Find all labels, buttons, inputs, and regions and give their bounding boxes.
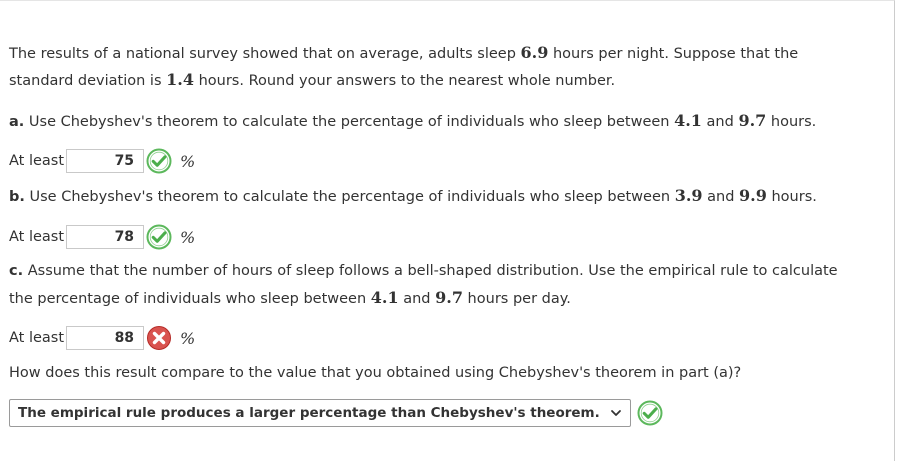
- part-b-question: b. Use Chebyshev's theorem to calculate …: [9, 186, 817, 207]
- part-a-high: 9.7: [738, 111, 767, 130]
- check-icon: [146, 148, 172, 174]
- part-b-answer-row: At least 78 %: [9, 223, 195, 251]
- part-c-followup-question: How does this result compare to the valu…: [9, 363, 741, 383]
- check-icon: [146, 224, 172, 250]
- comparison-dropdown[interactable]: The empirical rule produces a larger per…: [9, 399, 631, 427]
- intro-text: hours per night. Suppose that the: [548, 46, 799, 62]
- part-a-label: At least: [9, 153, 65, 169]
- mean-value: 6.9: [520, 43, 549, 62]
- intro-text: standard deviation is: [9, 73, 167, 89]
- part-a-low: 4.1: [674, 111, 702, 130]
- intro-text: The results of a national survey showed …: [9, 46, 521, 62]
- part-c-label: At least: [9, 330, 65, 346]
- part-b-label: At least: [9, 229, 65, 245]
- part-c-text: and: [398, 291, 436, 307]
- chevron-down-icon: [610, 410, 621, 416]
- part-c-text: Assume that the number of hours of sleep…: [23, 263, 838, 279]
- part-a-unit: %: [180, 151, 196, 171]
- part-c-letter: c.: [9, 263, 24, 279]
- part-b-low: 3.9: [674, 186, 703, 205]
- part-c-text: hours per day.: [462, 291, 571, 307]
- part-c-question-line-1: c. Assume that the number of hours of sl…: [9, 261, 838, 281]
- intro-line-2: standard deviation is 1.4 hours. Round y…: [9, 70, 615, 91]
- part-a-text: hours.: [766, 114, 817, 130]
- part-b-text: and: [702, 189, 740, 205]
- part-c-answer-row: At least 88 %: [9, 324, 195, 352]
- cross-icon: [147, 326, 172, 350]
- part-a-letter: a.: [9, 114, 25, 130]
- part-a-text: and: [701, 114, 739, 130]
- part-c-select-row: The empirical rule produces a larger per…: [9, 399, 663, 427]
- part-b-answer-input[interactable]: 78: [66, 225, 145, 249]
- intro-line-1: The results of a national survey showed …: [9, 43, 798, 64]
- part-a-question: a. Use Chebyshev's theorem to calculate …: [9, 111, 816, 132]
- part-b-letter: b.: [9, 189, 25, 205]
- part-c-followup-text: How does this result compare to the valu…: [9, 365, 742, 381]
- dropdown-selected-value: The empirical rule produces a larger per…: [18, 405, 600, 421]
- part-b-high: 9.9: [739, 186, 767, 205]
- part-c-low: 4.1: [370, 288, 399, 307]
- question-panel: The results of a national survey showed …: [0, 0, 895, 461]
- intro-text: hours. Round your answers to the nearest…: [193, 73, 616, 89]
- part-b-text: Use Chebyshev's theorem to calculate the…: [24, 189, 675, 205]
- part-a-answer-row: At least 75 %: [9, 147, 195, 175]
- check-icon: [637, 400, 663, 426]
- part-a-answer-input[interactable]: 75: [66, 149, 145, 173]
- part-b-unit: %: [180, 227, 196, 247]
- part-c-text: the percentage of individuals who sleep …: [9, 291, 371, 307]
- sd-value: 1.4: [166, 70, 194, 89]
- part-b-text: hours.: [766, 189, 817, 205]
- part-c-unit: %: [180, 328, 196, 348]
- part-c-high: 9.7: [435, 288, 463, 307]
- part-c-question-line-2: the percentage of individuals who sleep …: [9, 288, 571, 309]
- part-c-answer-input[interactable]: 88: [66, 326, 145, 350]
- part-a-text: Use Chebyshev's theorem to calculate the…: [24, 114, 675, 130]
